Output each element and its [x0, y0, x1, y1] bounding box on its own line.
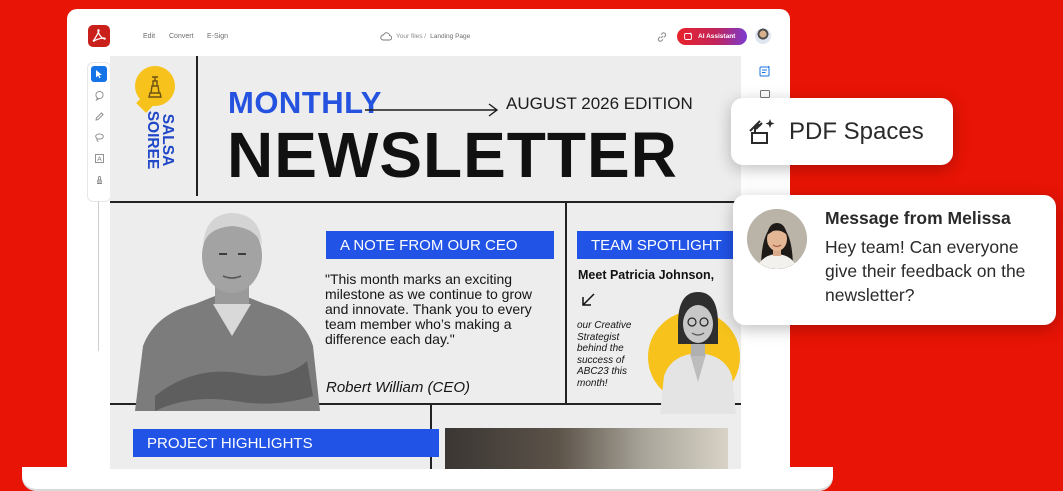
- pdf-spaces-icon: [749, 118, 775, 144]
- app-window: Edit Convert E-Sign Your files / Landing…: [67, 9, 790, 469]
- brand-name: SALSA SOIREE: [144, 110, 176, 170]
- projects-heading: PROJECT HIGHLIGHTS: [133, 429, 439, 457]
- newsletter-page[interactable]: SALSA SOIREE MONTHLY AUGUST 2026 EDITION…: [110, 56, 741, 469]
- comment-tool-icon[interactable]: [91, 87, 107, 103]
- rail-divider: [98, 201, 99, 351]
- ceo-heading: A NOTE FROM OUR CEO: [326, 231, 554, 259]
- arrow-right-icon: [365, 103, 499, 117]
- spotlight-photo: [660, 292, 736, 414]
- spotlight-heading: TEAM SPOTLIGHT: [577, 231, 741, 259]
- breadcrumb-current: Landing Page: [430, 33, 471, 40]
- menu-convert[interactable]: Convert: [169, 33, 194, 40]
- header-divider: [196, 56, 198, 196]
- acrobat-logo-icon[interactable]: [88, 25, 110, 47]
- arrow-down-left-icon: [582, 293, 595, 306]
- edit-panel-icon[interactable]: [759, 65, 771, 77]
- ceo-signature: Robert William (CEO): [326, 379, 471, 396]
- title-newsletter: NEWSLETTER: [227, 119, 678, 191]
- title-monthly: MONTHLY: [228, 85, 382, 120]
- pen-tool-icon[interactable]: [91, 108, 107, 124]
- pdf-spaces-card[interactable]: PDF Spaces: [731, 98, 953, 165]
- top-bar: Edit Convert E-Sign Your files / Landing…: [67, 9, 790, 56]
- brand-line-1: SALSA: [159, 113, 176, 167]
- project-photo: [445, 428, 728, 469]
- menu-edit[interactable]: Edit: [143, 33, 155, 40]
- brand-line-2: SOIREE: [144, 110, 161, 170]
- stamp-tool-icon[interactable]: [91, 171, 107, 187]
- melissa-avatar: [747, 209, 807, 269]
- message-card[interactable]: Message from Melissa Hey team! Can every…: [733, 195, 1056, 325]
- ceo-quote: "This month marks an exciting milestone …: [325, 271, 532, 347]
- cloud-icon: [380, 32, 392, 41]
- breadcrumb-parent[interactable]: Your files /: [396, 33, 426, 40]
- user-avatar[interactable]: [755, 28, 771, 44]
- spotlight-name: Meet Patricia Johnson,: [578, 268, 715, 282]
- message-title: Message from Melissa: [825, 208, 1011, 228]
- breadcrumb: Your files / Landing Page: [380, 32, 470, 41]
- text-tool-icon[interactable]: A: [91, 150, 107, 166]
- tool-rail: A: [88, 63, 110, 201]
- ceo-photo: [135, 213, 320, 411]
- ai-sparkle-icon: [684, 32, 693, 40]
- ai-assistant-button[interactable]: AI Assistant: [677, 28, 747, 45]
- menu-esign[interactable]: E-Sign: [207, 33, 228, 40]
- ai-assistant-label: AI Assistant: [698, 33, 736, 40]
- edition-label: AUGUST 2026 EDITION: [506, 94, 693, 113]
- select-tool-icon[interactable]: [91, 66, 107, 82]
- link-icon[interactable]: [656, 31, 668, 43]
- message-body: Hey team! Can everyone give their feedba…: [825, 237, 1026, 305]
- lasso-tool-icon[interactable]: [91, 129, 107, 145]
- salsa-logo-icon: [135, 66, 175, 113]
- spotlight-text: our Creative Strategist behind the succe…: [577, 320, 632, 389]
- laptop-base: [22, 467, 833, 491]
- svg-text:A: A: [97, 155, 102, 163]
- column-divider: [565, 203, 567, 403]
- pdf-spaces-label: PDF Spaces: [789, 117, 924, 145]
